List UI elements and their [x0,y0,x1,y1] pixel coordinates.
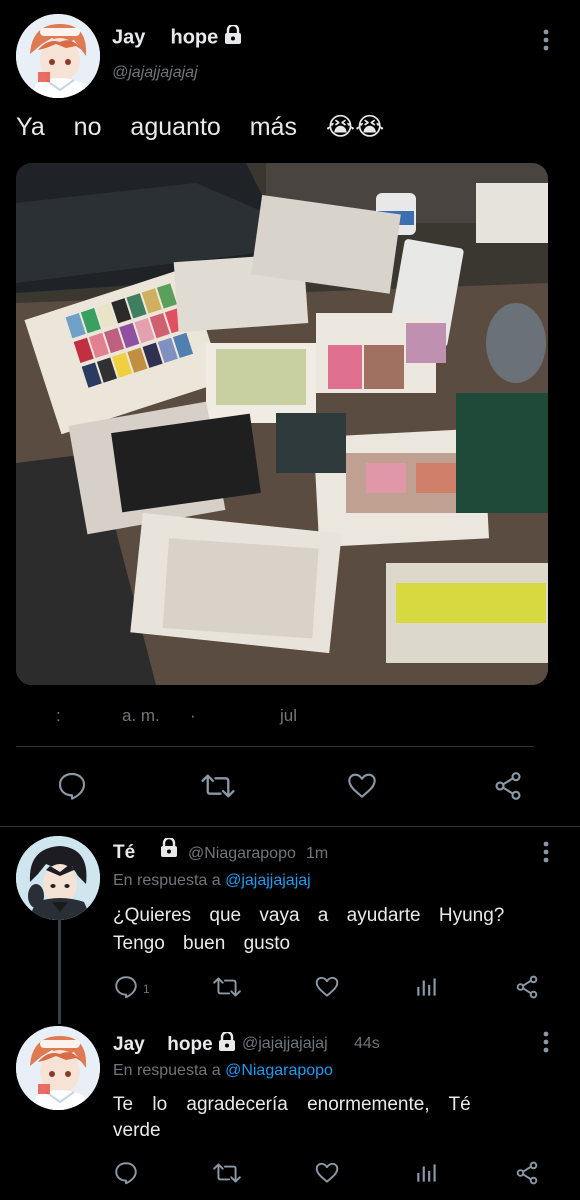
retweet-icon[interactable] [212,1160,242,1186]
like-icon[interactable] [346,770,378,802]
reply-text-line1: ¿Quieres que vaya a ayudarte Hyung? [113,905,505,926]
avatar[interactable] [16,1026,100,1110]
reply-text: Te lo agradecería enormemente, Té verde [113,1092,471,1144]
author-name-part2: hope [170,26,219,49]
reply-context: En respuesta a @Niagarapopo [113,1062,333,1080]
reply-text-line1: Te lo agradecería enormemente, Té [113,1094,471,1115]
reply-author-handle[interactable]: @jajajjajajaj [242,1035,328,1053]
thread-line [58,920,61,1024]
reply-author-name-part1: Jay [113,1034,145,1056]
reply-icon[interactable] [56,770,88,802]
reply-icon[interactable] [113,974,139,1000]
tweet-meta-dot: · [190,706,196,725]
lock-icon [224,23,242,51]
reply-prefix: En respuesta a [113,1062,221,1079]
more-vertical-icon[interactable] [536,1030,556,1054]
reply-time: 44s [354,1035,380,1052]
like-icon[interactable] [314,974,340,1000]
more-vertical-icon[interactable] [536,840,556,864]
reply-to-link[interactable]: @jajajjajajaj [225,872,311,889]
avatar[interactable] [16,836,100,920]
reply-prefix: En respuesta a [113,872,221,889]
reply-text-line2: Tengo buen gusto [113,933,291,954]
author-handle[interactable]: @jajajjajajaj [112,64,198,82]
retweet-icon[interactable] [212,974,242,1000]
tweet-meta-month: jul [280,706,298,725]
tweet-text: Ya no aguanto más 😭😭 [16,113,385,141]
tweet-photo[interactable] [16,163,548,685]
share-icon[interactable] [514,1160,540,1186]
like-icon[interactable] [314,1160,340,1186]
share-icon[interactable] [492,770,524,802]
tweet-meta-colon: : [56,706,61,725]
analytics-icon[interactable] [414,974,440,1000]
analytics-icon[interactable] [414,1160,440,1186]
reply-text-line2: verde [113,1120,161,1141]
author-name[interactable]: Jay hope [112,23,242,51]
reply-author-name[interactable]: Jay hope [113,1030,236,1058]
reply-author-name-part2: hope [167,1034,213,1056]
lock-icon [160,836,178,863]
reply-text: ¿Quieres que vaya a ayudarte Hyung? Teng… [113,902,504,958]
reply-count: 1 [143,982,150,996]
tweet-meta-ampm: a. m. [122,706,160,725]
reply-context: En respuesta a @jajajjajajaj [113,872,311,890]
reply-author-name[interactable]: Té [113,842,135,864]
divider [16,746,534,747]
reply-time: 1m [306,845,329,862]
share-icon[interactable] [514,974,540,1000]
reply-icon[interactable] [113,1160,139,1186]
reply-author-handle[interactable]: @Niagarapopo [188,845,296,863]
more-vertical-icon[interactable] [536,28,556,52]
lock-icon [218,1030,236,1058]
author-name-part1: Jay [112,26,146,49]
retweet-icon[interactable] [200,770,236,802]
divider [0,826,580,827]
reply-to-link[interactable]: @Niagarapopo [225,1062,333,1079]
avatar[interactable] [16,14,100,98]
